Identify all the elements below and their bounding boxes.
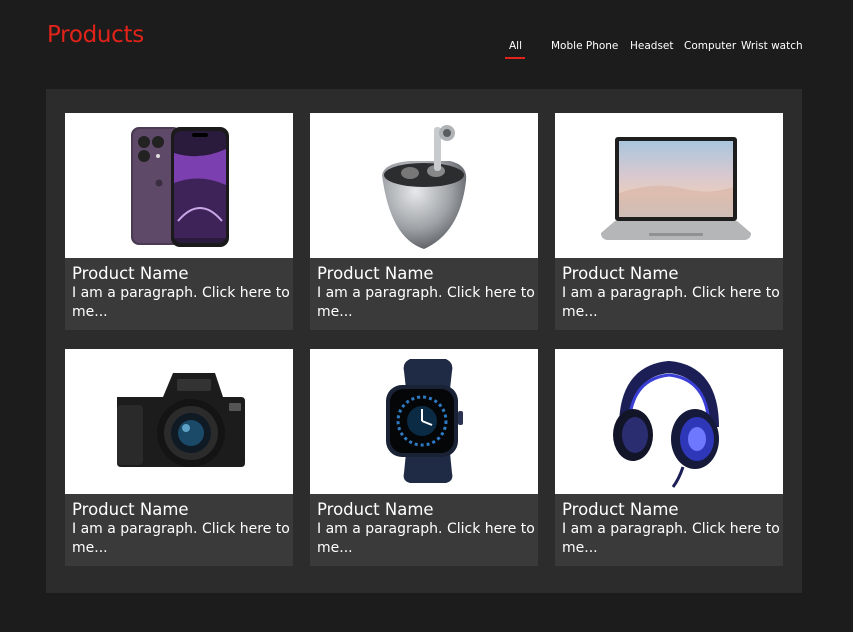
product-name: Product Name	[317, 264, 434, 283]
tab-all[interactable]: All	[509, 40, 522, 52]
tab-headset[interactable]: Headset	[630, 40, 674, 52]
mobile-phone-image	[65, 113, 293, 258]
product-name: Product Name	[562, 500, 679, 519]
tab-computer[interactable]: Computer	[684, 40, 736, 52]
product-card[interactable]: Product Name I am a paragraph. Click her…	[555, 113, 783, 330]
gaming-headset-image	[555, 349, 783, 494]
product-card[interactable]: Product Name I am a paragraph. Click her…	[65, 349, 293, 566]
laptop-image	[555, 113, 783, 258]
product-description: I am a paragraph. Click here to me...	[72, 285, 290, 320]
page-title: Products	[47, 22, 144, 48]
product-card[interactable]: Product Name I am a paragraph. Click her…	[65, 113, 293, 330]
product-description: I am a paragraph. Click here to me...	[562, 285, 780, 320]
product-name: Product Name	[317, 500, 434, 519]
product-description: I am a paragraph. Click here to me...	[72, 521, 290, 556]
product-description: I am a paragraph. Click here to me...	[317, 521, 535, 556]
product-description: I am a paragraph. Click here to me...	[317, 285, 535, 320]
product-card[interactable]: Product Name I am a paragraph. Click her…	[310, 349, 538, 566]
tab-mobile-phone[interactable]: Moble Phone	[551, 40, 618, 52]
category-tabs: All Moble Phone Headset Computer Wrist w…	[500, 36, 810, 62]
product-grid: Product Name I am a paragraph. Click her…	[46, 89, 802, 593]
active-tab-indicator	[505, 57, 525, 59]
earbuds-image	[310, 113, 538, 258]
product-name: Product Name	[72, 500, 189, 519]
product-description: I am a paragraph. Click here to me...	[562, 521, 780, 556]
product-name: Product Name	[562, 264, 679, 283]
product-name: Product Name	[72, 264, 189, 283]
product-card[interactable]: Product Name I am a paragraph. Click her…	[310, 113, 538, 330]
smartwatch-image	[310, 349, 538, 494]
camera-image	[65, 349, 293, 494]
tab-wrist-watch[interactable]: Wrist watch	[741, 40, 803, 52]
product-card[interactable]: Product Name I am a paragraph. Click her…	[555, 349, 783, 566]
